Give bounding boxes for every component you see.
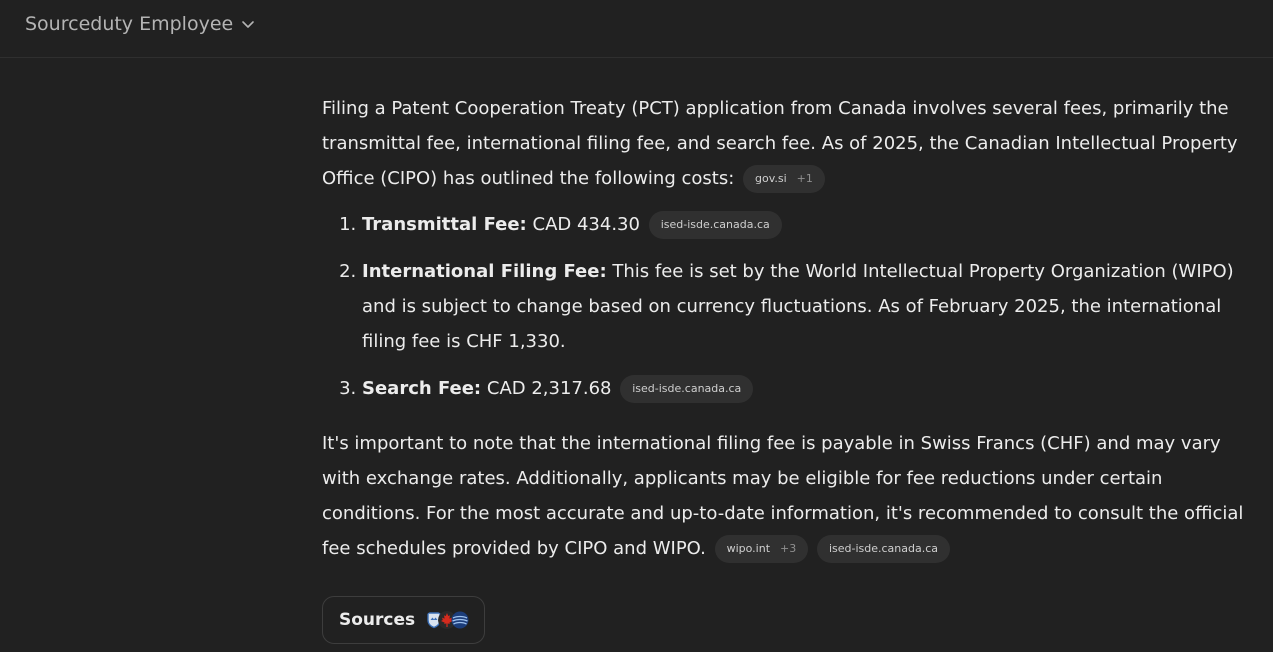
model-label: Sourceduty Employee: [25, 13, 234, 35]
assistant-message: Filing a Patent Cooperation Treaty (PCT)…: [322, 91, 1247, 566]
citation-domain: ised-isde.canada.ca: [632, 382, 742, 395]
citation-pill[interactable]: ised-isde.canada.ca: [816, 535, 951, 563]
citation-pill[interactable]: wipo.int +3: [714, 535, 809, 563]
citation-pill[interactable]: ised-isde.canada.ca: [648, 211, 782, 239]
item-text: CAD 2,317.68: [486, 378, 612, 399]
item-label: International Filing Fee:: [362, 261, 607, 282]
list-item: International Filing Fee: This fee is se…: [362, 254, 1247, 359]
list-item: Search Fee: CAD 2,317.68 ised-isde.canad…: [362, 371, 1247, 406]
citation-domain: gov.si: [755, 172, 787, 185]
source-favicons: [425, 611, 469, 629]
closing-paragraph: It's important to note that the internat…: [322, 426, 1247, 566]
citation-extra: +3: [780, 542, 797, 555]
intro-paragraph: Filing a Patent Cooperation Treaty (PCT)…: [322, 91, 1247, 196]
fee-list: Transmittal Fee: CAD 434.30 ised-isde.ca…: [322, 207, 1247, 406]
citation-extra: +1: [796, 172, 813, 185]
citation-pill[interactable]: ised-isde.canada.ca: [620, 375, 754, 403]
citation-domain: ised-isde.canada.ca: [828, 542, 939, 555]
citation-domain: ised-isde.canada.ca: [660, 218, 770, 231]
item-label: Transmittal Fee:: [362, 214, 527, 235]
item-label: Search Fee:: [362, 378, 482, 399]
model-selector[interactable]: Sourceduty Employee: [14, 9, 266, 39]
list-item: Transmittal Fee: CAD 434.30 ised-isde.ca…: [362, 207, 1247, 242]
globe-icon: [451, 611, 469, 629]
sources-button[interactable]: Sources: [322, 596, 485, 644]
sources-label: Sources: [339, 610, 416, 630]
top-bar: Sourceduty Employee: [0, 0, 1273, 58]
chevron-down-icon: [242, 21, 255, 28]
item-text: CAD 434.30: [532, 214, 640, 235]
citation-pill[interactable]: gov.si +1: [743, 165, 825, 193]
citation-domain: wipo.int: [726, 542, 771, 555]
